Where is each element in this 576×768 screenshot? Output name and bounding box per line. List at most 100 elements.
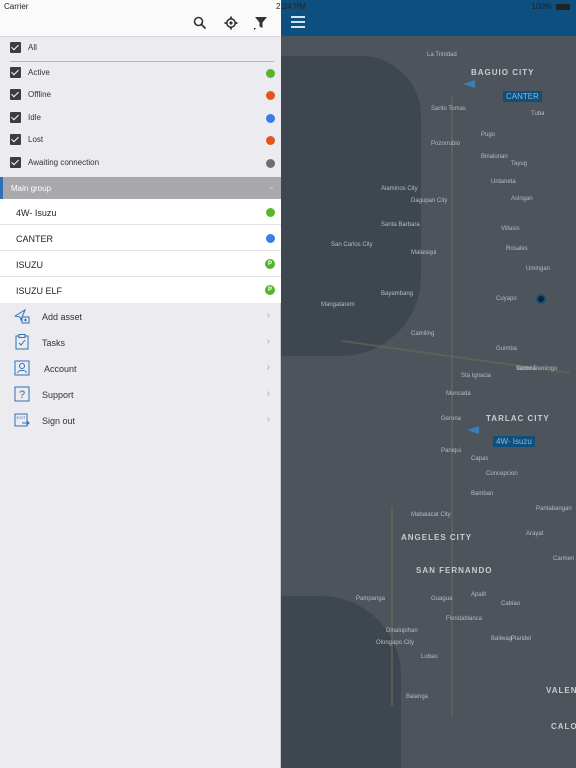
map-place-label: Santo Domingo (516, 366, 558, 372)
group-accent (0, 177, 3, 199)
map-place-label: Floridablanca (446, 616, 483, 622)
map-place-label: Pozorrubio (431, 141, 461, 147)
menu-sign-out[interactable]: EXIT Sign out › (0, 407, 281, 433)
map-place-label: Urdaneta (491, 179, 516, 185)
menu-label: Account (44, 364, 77, 374)
map-place-label: Baliwag (491, 636, 513, 642)
filter-all[interactable]: All (0, 37, 281, 62)
map-place-label: Concepcion (486, 471, 518, 477)
chevron-right-icon: › (266, 362, 270, 373)
hamburger-menu-icon[interactable] (291, 16, 305, 28)
status-dot-icon (266, 136, 275, 145)
filter-offline[interactable]: Offline (0, 84, 281, 106)
map-place-label: Moncada (446, 391, 471, 397)
filter-awaiting-connection[interactable]: Awaiting connection (0, 152, 281, 174)
status-bar: Carrier 2:24 PM 100% (0, 0, 576, 12)
chevron-right-icon: › (266, 388, 270, 399)
map-place-label: Guagua (431, 596, 453, 602)
chevron-down-icon[interactable]: ⌄ (267, 181, 275, 192)
isuzu-marker-icon[interactable] (467, 426, 479, 434)
map-place-label: La Trinidad (427, 52, 457, 58)
map-place-label: Dagupan City (411, 198, 448, 204)
filter-label: Active (28, 68, 50, 77)
menu-label: Support (42, 390, 74, 400)
map-place-label: Olongapo City (376, 640, 415, 646)
checkbox-checked-icon[interactable] (10, 134, 21, 145)
map-place-label: Umingan (526, 266, 551, 272)
map-place-label: Binalonan (481, 154, 508, 160)
filter-idle[interactable]: Idle (0, 107, 281, 129)
checkbox-checked-icon[interactable] (10, 42, 21, 53)
map-place-label: Mangatarem (321, 302, 355, 308)
exit-icon: EXIT (14, 413, 30, 427)
filter-icon[interactable] (254, 16, 268, 30)
map-place-label: Dinalupihan (386, 628, 418, 634)
map-place-label: ANGELES CITY (401, 533, 473, 542)
asset-name: CANTER (16, 234, 54, 244)
map-place-label: Cabiao (501, 601, 521, 607)
status-dot-icon (266, 234, 275, 243)
map-place-label: Cuyapo (496, 296, 517, 302)
map-place-label: San Carlos City (331, 242, 373, 248)
map-place-label: TARLAC CITY (486, 414, 550, 423)
gear-icon[interactable] (224, 16, 238, 30)
asset-row-isuzu[interactable]: ISUZU P (0, 251, 281, 277)
map-place-label: Pampanga (356, 596, 386, 602)
chevron-right-icon: › (266, 336, 270, 347)
map-place-label: Tayug (511, 161, 528, 167)
menu-tasks[interactable]: Tasks › (0, 329, 281, 355)
map-place-label: Tuba (531, 111, 545, 117)
status-dot-icon (266, 208, 275, 217)
filter-label: Idle (28, 113, 41, 122)
map-place-label: Balanga (406, 694, 429, 700)
checkbox-checked-icon[interactable] (10, 89, 21, 100)
asset-row-4w-isuzu[interactable]: 4W- Isuzu (0, 199, 281, 225)
menu-account[interactable]: Account › (0, 355, 281, 381)
location-dot-icon[interactable] (536, 294, 546, 304)
checkbox-checked-icon[interactable] (10, 112, 21, 123)
group-header-main[interactable]: Main group ⌄ (0, 177, 281, 199)
map-canvas[interactable]: La TrinidadBAGUIO CITYItogonSanto TomasT… (281, 36, 576, 768)
battery-indicator: 100% (531, 2, 570, 11)
battery-icon (556, 3, 570, 10)
checkbox-checked-icon[interactable] (10, 67, 21, 78)
marker-label-canter[interactable]: CANTER (503, 91, 542, 102)
search-icon[interactable] (193, 16, 207, 30)
chevron-right-icon: › (266, 414, 270, 425)
map-view[interactable]: La TrinidadBAGUIO CITYItogonSanto TomasT… (281, 0, 576, 768)
menu-support[interactable]: ? Support › (0, 381, 281, 407)
highway-road (451, 96, 453, 716)
asset-name: 4W- Isuzu (16, 208, 57, 218)
map-place-label: SAN FERNANDO (416, 566, 493, 575)
map-place-label: Rosales (506, 246, 528, 252)
checkbox-checked-icon[interactable] (10, 157, 21, 168)
filter-label: Awaiting connection (28, 158, 100, 167)
clock: 2:24 PM (276, 2, 306, 11)
filter-label: All (28, 43, 37, 52)
asset-row-canter[interactable]: CANTER (0, 225, 281, 251)
svg-text:EXIT: EXIT (17, 415, 26, 420)
menu-add-asset[interactable]: Add asset › (0, 303, 281, 329)
carrier-label: Carrier (4, 2, 29, 11)
map-place-label: VALENZUELA (546, 686, 576, 695)
side-panel: All Active Offline Idle Lost Awaiting co… (0, 0, 281, 768)
canter-marker-icon[interactable] (463, 80, 475, 88)
map-place-label: Sta Ignacia (461, 373, 492, 379)
filter-label: Lost (28, 135, 44, 144)
filter-lost[interactable]: Lost (0, 129, 281, 151)
map-place-label: Arayat (526, 531, 544, 537)
map-place-label: Capas (471, 456, 489, 462)
menu-label: Add asset (42, 312, 83, 322)
filter-active[interactable]: Active (0, 62, 281, 84)
menu-label: Sign out (42, 416, 76, 426)
map-place-label: Malasiqui (411, 250, 437, 256)
battery-percent: 100% (531, 2, 552, 11)
asset-row-isuzu-elf[interactable]: ISUZU ELF P (0, 277, 281, 303)
bay-water (281, 596, 401, 768)
map-place-label: Bamban (471, 491, 494, 497)
group-label: Main group (11, 184, 52, 193)
status-dot-icon (266, 114, 275, 123)
map-place-label: Alaminos City (381, 186, 418, 192)
marker-label-4w-isuzu[interactable]: 4W- Isuzu (493, 436, 535, 447)
map-place-label: Lubao (421, 654, 438, 660)
